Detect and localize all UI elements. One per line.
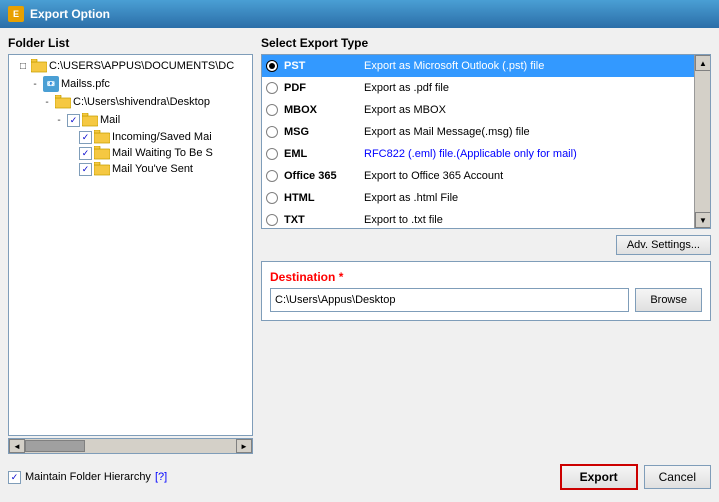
- scroll-thumb[interactable]: [25, 440, 85, 452]
- export-scrollbar[interactable]: ▲ ▼: [694, 55, 710, 228]
- export-option-pst[interactable]: PST Export as Microsoft Outlook (.pst) f…: [262, 55, 710, 77]
- bottom-bar: ✓ Maintain Folder Hierarchy [?] Export C…: [8, 460, 711, 494]
- scroll-right-btn[interactable]: ►: [236, 439, 252, 453]
- radio-msg[interactable]: [266, 126, 278, 138]
- radio-office365[interactable]: [266, 170, 278, 182]
- title-bar: E Export Option: [0, 0, 719, 28]
- folder-icon-mail: [82, 113, 98, 127]
- radio-pst[interactable]: [266, 60, 278, 72]
- folder-panel-label: Folder List: [8, 36, 253, 50]
- dialog-title: Export Option: [30, 7, 110, 21]
- folder-icon-root: [31, 59, 47, 73]
- radio-txt[interactable]: [266, 214, 278, 226]
- tree-label-waiting: Mail Waiting To Be S: [112, 147, 213, 159]
- maintain-help-link[interactable]: [?]: [155, 471, 167, 483]
- tree-item-waiting[interactable]: ✓ Mail Waiting To Be S: [11, 145, 250, 161]
- required-marker: *: [339, 270, 344, 284]
- export-option-eml[interactable]: EML RFC822 (.eml) file.(Applicable only …: [262, 143, 710, 165]
- export-option-msg[interactable]: MSG Export as Mail Message(.msg) file: [262, 121, 710, 143]
- folder-icon-incoming: [94, 130, 110, 144]
- export-name-eml: EML: [284, 148, 364, 160]
- tree-item-mail[interactable]: - ✓ Mail: [11, 111, 250, 129]
- tree-item-sent[interactable]: ✓ Mail You've Sent: [11, 161, 250, 177]
- maintain-hierarchy-row: ✓ Maintain Folder Hierarchy [?]: [8, 471, 167, 484]
- adv-settings-button[interactable]: Adv. Settings...: [616, 235, 711, 255]
- export-name-office365: Office 365: [284, 170, 364, 182]
- checkbox-sent[interactable]: ✓: [79, 163, 92, 176]
- folder-icon-shivendra: [55, 95, 71, 109]
- export-option-pdf[interactable]: PDF Export as .pdf file: [262, 77, 710, 99]
- export-option-html[interactable]: HTML Export as .html File: [262, 187, 710, 209]
- export-option-mbox[interactable]: MBOX Export as MBOX: [262, 99, 710, 121]
- destination-input-row: Browse: [270, 288, 702, 312]
- expander-mailss[interactable]: -: [27, 76, 43, 92]
- tree-item-mailss[interactable]: - 📧 Mailss.pfc: [11, 75, 250, 93]
- export-name-txt: TXT: [284, 214, 364, 226]
- export-desc-html: Export as .html File: [364, 192, 458, 204]
- export-desc-msg: Export as Mail Message(.msg) file: [364, 126, 530, 138]
- export-type-section: Select Export Type PST Export as Microso…: [261, 36, 711, 229]
- radio-eml[interactable]: [266, 148, 278, 160]
- expander-root[interactable]: □: [15, 58, 31, 74]
- tree-label-mailss: Mailss.pfc: [61, 78, 110, 90]
- export-name-html: HTML: [284, 192, 364, 204]
- expander-shivendra[interactable]: -: [39, 94, 55, 110]
- export-type-list[interactable]: PST Export as Microsoft Outlook (.pst) f…: [261, 54, 711, 229]
- export-name-mbox: MBOX: [284, 104, 364, 116]
- export-desc-pst: Export as Microsoft Outlook (.pst) file: [364, 60, 544, 72]
- scroll-down-btn[interactable]: ▼: [695, 212, 711, 228]
- destination-section: Destination * Browse: [261, 261, 711, 321]
- scroll-track: [25, 440, 236, 452]
- dialog-body: Folder List □ C:\USERS\APPUS\DOCUMENTS\D…: [0, 28, 719, 502]
- tree-item-incoming[interactable]: ✓ Incoming/Saved Mai: [11, 129, 250, 145]
- maintain-hierarchy-label: Maintain Folder Hierarchy: [25, 471, 151, 483]
- tree-item-root[interactable]: □ C:\USERS\APPUS\DOCUMENTS\DC: [11, 57, 250, 75]
- checkbox-waiting[interactable]: ✓: [79, 147, 92, 160]
- export-desc-mbox: Export as MBOX: [364, 104, 446, 116]
- export-button[interactable]: Export: [560, 464, 638, 490]
- export-type-label: Select Export Type: [261, 36, 711, 50]
- app-icon: E: [8, 6, 24, 22]
- adv-settings-row: Adv. Settings...: [261, 235, 711, 255]
- maintain-hierarchy-checkbox[interactable]: ✓: [8, 471, 21, 484]
- export-option-txt[interactable]: TXT Export to .txt file: [262, 209, 710, 229]
- radio-pdf[interactable]: [266, 82, 278, 94]
- export-name-msg: MSG: [284, 126, 364, 138]
- folder-icon-sent: [94, 162, 110, 176]
- destination-label: Destination *: [270, 270, 702, 284]
- tree-label-incoming: Incoming/Saved Mai: [112, 131, 212, 143]
- cancel-button[interactable]: Cancel: [644, 465, 711, 489]
- destination-input[interactable]: [270, 288, 629, 312]
- export-desc-pdf: Export as .pdf file: [364, 82, 449, 94]
- tree-label-shivendra: C:\Users\shivendra\Desktop: [73, 96, 210, 108]
- scroll-left-btn[interactable]: ◄: [9, 439, 25, 453]
- export-desc-eml: RFC822 (.eml) file.(Applicable only for …: [364, 148, 577, 160]
- scroll-up-btn[interactable]: ▲: [695, 55, 711, 71]
- browse-button[interactable]: Browse: [635, 288, 702, 312]
- tree-label-root: C:\USERS\APPUS\DOCUMENTS\DC: [49, 60, 234, 72]
- folder-panel: Folder List □ C:\USERS\APPUS\DOCUMENTS\D…: [8, 36, 253, 454]
- tree-label-mail: Mail: [100, 114, 120, 126]
- checkbox-incoming[interactable]: ✓: [79, 131, 92, 144]
- bottom-buttons: Export Cancel: [560, 464, 711, 490]
- folder-tree[interactable]: □ C:\USERS\APPUS\DOCUMENTS\DC - 📧 Mailss…: [8, 54, 253, 436]
- checkbox-mail[interactable]: ✓: [67, 114, 80, 127]
- export-name-pst: PST: [284, 60, 364, 72]
- right-panel: Select Export Type PST Export as Microso…: [261, 36, 711, 454]
- tree-label-sent: Mail You've Sent: [112, 163, 193, 175]
- radio-html[interactable]: [266, 192, 278, 204]
- folder-icon-waiting: [94, 146, 110, 160]
- folder-h-scrollbar[interactable]: ◄ ►: [8, 438, 253, 454]
- export-desc-office365: Export to Office 365 Account: [364, 170, 503, 182]
- scroll-track-right: [695, 71, 710, 212]
- radio-mbox[interactable]: [266, 104, 278, 116]
- export-option-office365[interactable]: Office 365 Export to Office 365 Account: [262, 165, 710, 187]
- main-content: Folder List □ C:\USERS\APPUS\DOCUMENTS\D…: [8, 36, 711, 454]
- export-desc-txt: Export to .txt file: [364, 214, 443, 226]
- expander-mail[interactable]: -: [51, 112, 67, 128]
- pfc-icon-mailss: 📧: [43, 76, 59, 92]
- export-name-pdf: PDF: [284, 82, 364, 94]
- tree-item-shivendra[interactable]: - C:\Users\shivendra\Desktop: [11, 93, 250, 111]
